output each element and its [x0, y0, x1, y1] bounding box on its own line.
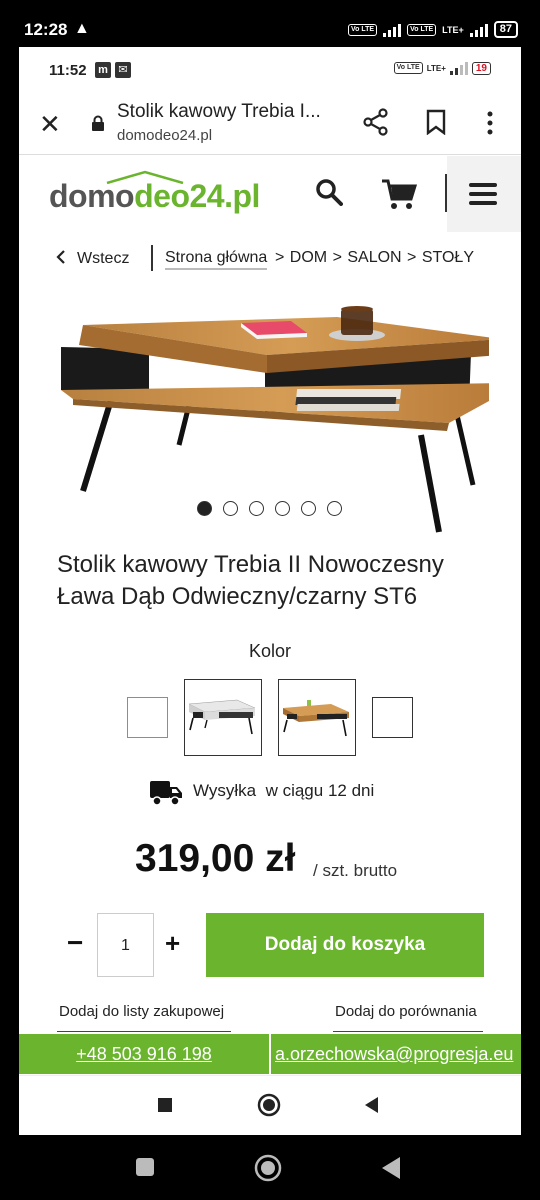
battery-icon: 87	[493, 21, 518, 38]
product-title: Stolik kawowy Trebia II Nowoczesny Ława …	[57, 551, 444, 610]
breadcrumb-path[interactable]: > DOM > SALON > STOŁY	[275, 249, 474, 267]
back-link[interactable]: Wstecz	[55, 249, 129, 268]
color-swatch-empty[interactable]	[372, 697, 413, 738]
bookmark-icon[interactable]	[425, 109, 447, 135]
warning-icon: ▲	[74, 20, 90, 37]
carousel-dot[interactable]	[223, 501, 238, 516]
search-icon[interactable]	[315, 178, 343, 206]
quantity-increase-button[interactable]: +	[165, 929, 180, 957]
system-status-bar: 12:28 ▲ Vo LTE Vo LTE LTE+ 87	[0, 0, 540, 48]
inner-status-bar: 11:52 m ✉ Vo LTE LTE+ 19	[19, 47, 521, 93]
url-text[interactable]: domodeo24.pl	[117, 127, 212, 144]
back-label: Wstecz	[77, 250, 130, 267]
lte-label: LTE+	[442, 24, 464, 35]
signal-icon	[469, 23, 488, 37]
site-header: domodeo24.pl	[19, 156, 521, 232]
color-swatch-white-black[interactable]	[184, 679, 262, 756]
menu-button[interactable]	[447, 156, 521, 232]
chevron-left-icon	[56, 250, 65, 264]
logo-text-part1: domo	[49, 178, 135, 214]
price-unit: / szt. brutto	[313, 861, 398, 880]
lte-label: LTE+	[426, 63, 446, 73]
divider	[333, 1031, 483, 1032]
home-icon[interactable]	[257, 1093, 281, 1117]
volte-icon: Vo LTE	[348, 23, 378, 36]
system-navigation-bar	[0, 1135, 540, 1200]
truck-icon	[150, 781, 182, 806]
mail-icon: ✉	[115, 62, 131, 78]
signal-icon	[383, 23, 402, 37]
quantity-decrease-button[interactable]: −	[67, 929, 83, 957]
recents-icon[interactable]	[135, 1157, 155, 1177]
close-icon[interactable]: ✕	[39, 111, 61, 137]
site-logo[interactable]: domodeo24.pl	[49, 178, 260, 215]
carousel-dot[interactable]	[249, 501, 264, 516]
inner-screen: 11:52 m ✉ Vo LTE LTE+ 19 ✕ Stolik kawowy…	[19, 47, 521, 1135]
add-to-cart-button[interactable]: Dodaj do koszyka	[206, 913, 484, 977]
breadcrumb-divider	[151, 245, 153, 271]
volte-icon: Vo LTE	[393, 62, 423, 74]
color-swatch-oak-black[interactable]	[278, 679, 356, 756]
color-label: Kolor	[248, 641, 292, 661]
contact-bar: +48 503 916 198 a.orzechowska@progresja.…	[19, 1034, 521, 1074]
product-price: 319,00 zł	[135, 837, 296, 880]
phone-link[interactable]: +48 503 916 198	[19, 1034, 269, 1074]
browser-toolbar: ✕ Stolik kawowy Trebia I... domodeo24.pl	[19, 93, 521, 155]
lock-icon	[92, 115, 104, 131]
cart-icon[interactable]	[381, 178, 417, 210]
carousel-dot[interactable]	[327, 501, 342, 516]
image-carousel-dots	[197, 501, 342, 516]
swatch-thumbnail	[283, 700, 349, 737]
shipping-time: Wysyłka w ciągu 12 dni	[193, 781, 375, 800]
inner-navigation-bar	[19, 1075, 521, 1135]
breadcrumb: Wstecz Strona główna > DOM > SALON > STO…	[19, 243, 521, 277]
more-options-icon[interactable]	[485, 111, 495, 135]
logo-text-part2: deo24.pl	[134, 178, 260, 214]
contact-divider	[269, 1034, 271, 1074]
email-link[interactable]: a.orzechowska@progresja.eu	[275, 1034, 513, 1074]
recents-icon[interactable]	[157, 1097, 173, 1113]
app-notification-icon: m	[95, 62, 111, 78]
status-time: 12:28	[24, 20, 68, 39]
back-icon[interactable]	[380, 1156, 402, 1180]
signal-icon	[449, 61, 468, 75]
share-icon[interactable]	[363, 108, 389, 136]
battery-icon: 19	[471, 61, 491, 75]
volte-icon: Vo LTE	[407, 23, 437, 36]
back-icon[interactable]	[363, 1096, 381, 1114]
carousel-dot[interactable]	[301, 501, 316, 516]
carousel-dot[interactable]	[197, 501, 212, 516]
status-icons: Vo LTE Vo LTE LTE+ 87	[348, 21, 518, 38]
inner-status-time: 11:52	[49, 62, 87, 79]
carousel-dot[interactable]	[275, 501, 290, 516]
swatch-thumbnail	[188, 699, 256, 735]
add-to-compare-link[interactable]: Dodaj do porównania	[335, 1003, 477, 1020]
breadcrumb-home[interactable]: Strona główna	[165, 249, 268, 270]
quantity-input[interactable]: 1	[97, 913, 154, 977]
color-swatch-empty-selected[interactable]	[127, 697, 168, 738]
home-icon[interactable]	[254, 1154, 282, 1182]
divider	[57, 1031, 231, 1032]
add-to-list-link[interactable]: Dodaj do listy zakupowej	[59, 1003, 224, 1020]
tab-title: Stolik kawowy Trebia I...	[117, 101, 321, 122]
product-image[interactable]	[49, 295, 489, 535]
